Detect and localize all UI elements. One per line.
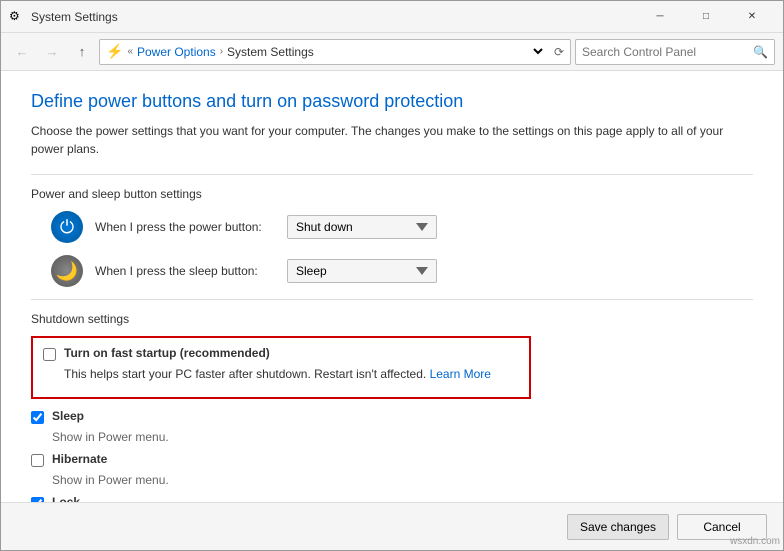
search-icon[interactable]: 🔍	[753, 45, 768, 59]
hibernate-checkbox-row: Hibernate	[31, 452, 753, 467]
sleep-item-label: Sleep	[52, 409, 84, 423]
fast-startup-box: Turn on fast startup (recommended) This …	[31, 336, 531, 399]
refresh-icon[interactable]: ⟳	[554, 45, 564, 59]
sleep-item: Sleep Show in Power menu.	[31, 409, 753, 444]
search-input[interactable]	[582, 45, 749, 59]
titlebar: ⚙ System Settings ─ □ ✕	[1, 1, 783, 33]
lock-item-label: Lock	[52, 495, 80, 502]
minimize-button[interactable]: ─	[637, 1, 683, 33]
breadcrumb-separator: «	[127, 46, 133, 57]
save-changes-button[interactable]: Save changes	[567, 514, 669, 540]
fast-startup-checkbox[interactable]	[43, 348, 56, 361]
window-title: System Settings	[31, 10, 637, 24]
power-button-row: ⏻ When I press the power button: Do noth…	[31, 211, 753, 243]
power-button-icon: ⏻	[51, 211, 83, 243]
page-description: Choose the power settings that you want …	[31, 122, 753, 158]
lock-checkbox-row: Lock	[31, 495, 753, 502]
sleep-button-icon: 🌙	[51, 255, 83, 287]
learn-more-link[interactable]: Learn More	[430, 367, 491, 381]
content-area: Define power buttons and turn on passwor…	[1, 71, 783, 502]
page-title: Define power buttons and turn on passwor…	[31, 91, 753, 112]
forward-button[interactable]: →	[39, 39, 65, 65]
up-button[interactable]: ↑	[69, 39, 95, 65]
sleep-checkbox[interactable]	[31, 411, 44, 424]
sleep-button-row: 🌙 When I press the sleep button: Do noth…	[31, 255, 753, 287]
main-window: ⚙ System Settings ─ □ ✕ ← → ↑ ⚡ « Power …	[0, 0, 784, 551]
back-button[interactable]: ←	[9, 39, 35, 65]
shutdown-label: Shutdown settings	[31, 312, 753, 326]
sleep-button-label: When I press the sleep button:	[95, 264, 275, 278]
fast-startup-label: Turn on fast startup (recommended)	[64, 346, 270, 360]
hibernate-sub: Show in Power menu.	[52, 473, 753, 487]
hibernate-checkbox[interactable]	[31, 454, 44, 467]
watermark: wsxdn.com	[730, 536, 780, 547]
hibernate-item: Hibernate Show in Power menu.	[31, 452, 753, 487]
sleep-button-dropdown[interactable]: Do nothing Sleep Hibernate Shut down	[287, 259, 437, 283]
lock-item: Lock Show in account picture menu.	[31, 495, 753, 502]
sleep-checkbox-row: Sleep	[31, 409, 753, 424]
breadcrumb-arrow: ›	[220, 46, 223, 57]
maximize-button[interactable]: □	[683, 1, 729, 33]
power-options-link[interactable]: Power Options	[137, 45, 216, 59]
address-bar: ⚡ « Power Options › System Settings ▾ ⟳	[99, 39, 571, 65]
window-icon: ⚙	[9, 9, 25, 25]
window-controls: ─ □ ✕	[637, 1, 775, 33]
current-page-breadcrumb: System Settings	[227, 45, 314, 59]
divider-1	[31, 174, 753, 175]
hibernate-item-label: Hibernate	[52, 452, 107, 466]
search-box: 🔍	[575, 39, 775, 65]
fast-startup-row: Turn on fast startup (recommended)	[43, 346, 519, 361]
power-button-label: When I press the power button:	[95, 220, 275, 234]
footer: Save changes Cancel	[1, 502, 783, 550]
navbar: ← → ↑ ⚡ « Power Options › System Setting…	[1, 33, 783, 71]
fast-startup-desc: This helps start your PC faster after sh…	[64, 367, 519, 381]
power-button-dropdown[interactable]: Do nothing Sleep Hibernate Shut down Tur…	[287, 215, 437, 239]
breadcrumb-icon: ⚡	[106, 43, 123, 60]
address-dropdown[interactable]: ▾	[530, 45, 546, 58]
close-button[interactable]: ✕	[729, 1, 775, 33]
power-sleep-label: Power and sleep button settings	[31, 187, 753, 201]
divider-2	[31, 299, 753, 300]
shutdown-settings: Turn on fast startup (recommended) This …	[31, 336, 753, 502]
sleep-sub: Show in Power menu.	[52, 430, 753, 444]
